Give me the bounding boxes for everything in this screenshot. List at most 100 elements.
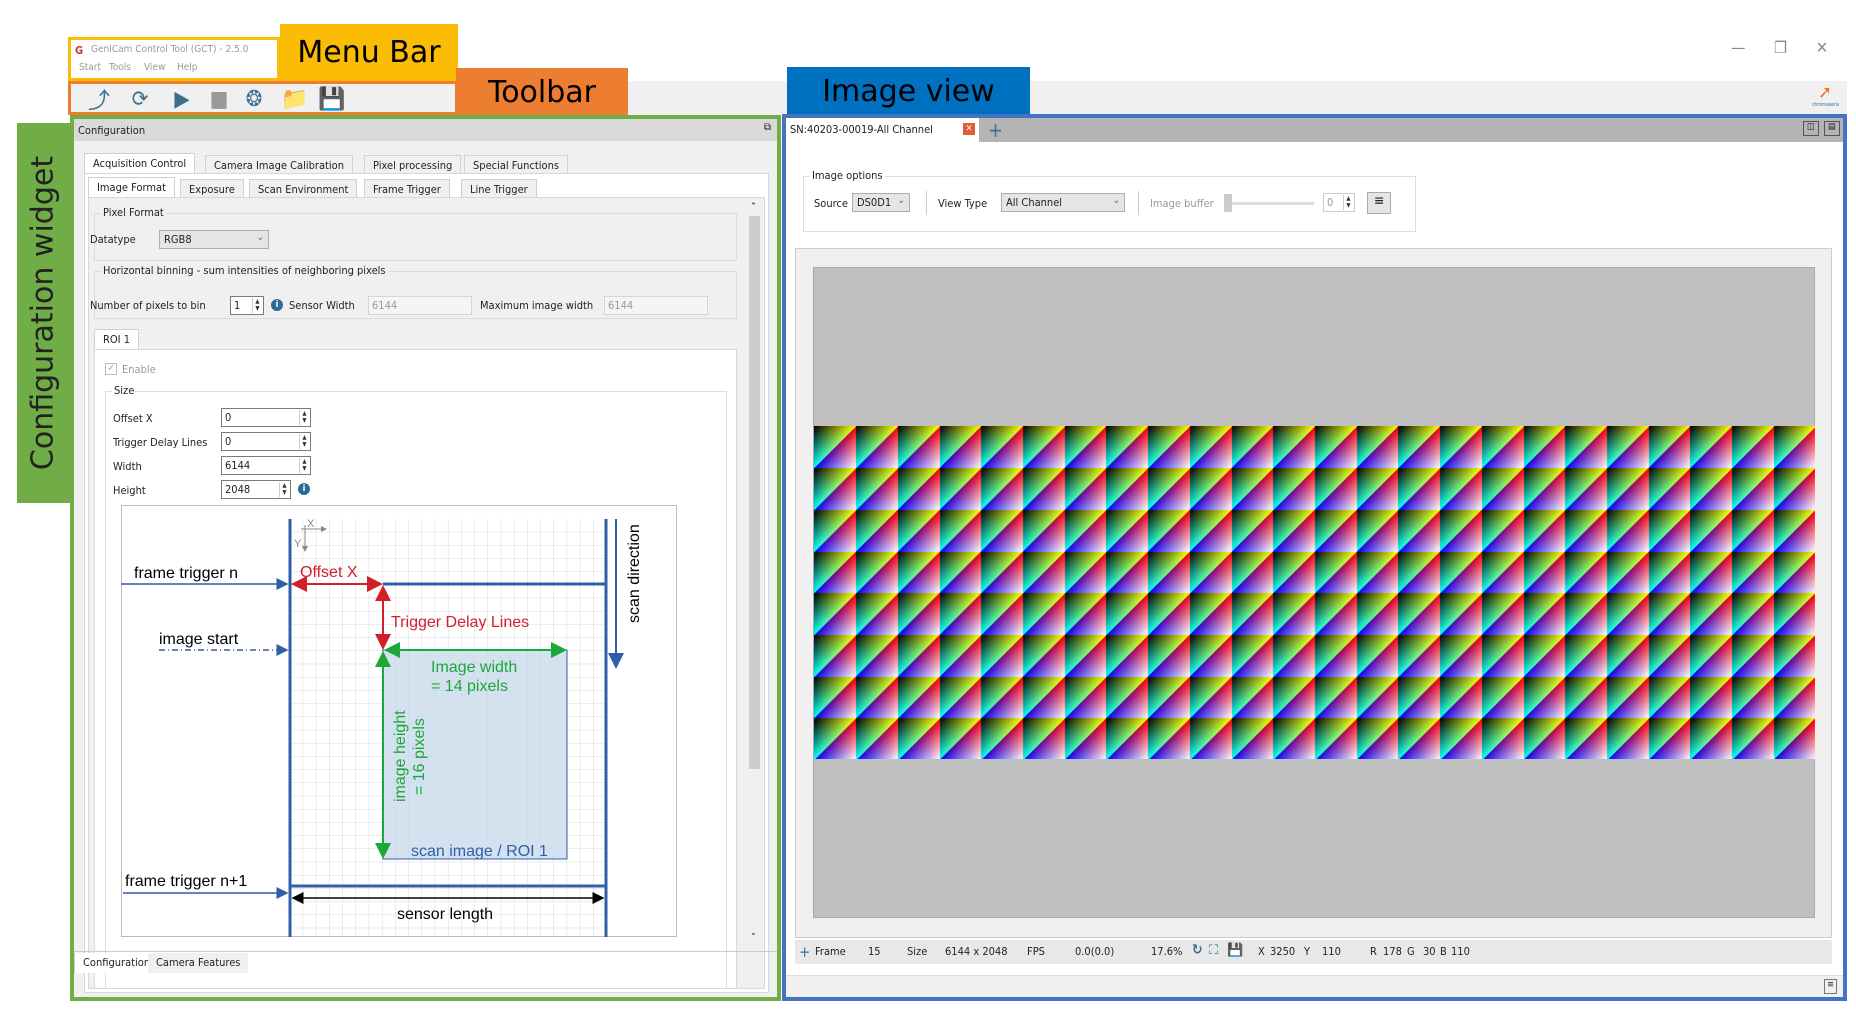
save-icon[interactable]: 💾 <box>317 86 347 112</box>
spin-arrows-icon[interactable]: ▲ ▼ <box>299 434 309 449</box>
image-options-title: Image options <box>810 169 885 182</box>
tab-pixel-processing[interactable]: Pixel processing <box>364 155 462 175</box>
fit-to-window-icon[interactable]: ⛶ <box>1209 943 1218 958</box>
size-value: 6144 x 2048 <box>945 945 1008 958</box>
datatype-value: RGB8 <box>164 233 192 246</box>
view-type-label: View Type <box>938 197 988 210</box>
image-canvas-area[interactable] <box>795 248 1832 938</box>
start-video-icon[interactable]: ▶ <box>167 86 197 112</box>
tab-camera-image-calibration[interactable]: Camera Image Calibration <box>205 155 353 175</box>
spin-arrows-icon[interactable]: ▲ ▼ <box>1343 195 1353 210</box>
trigger-delay-value: 0 <box>225 435 232 448</box>
connect-plug-icon[interactable]: ⤴ <box>84 86 114 114</box>
image-display[interactable] <box>813 267 1815 918</box>
chevron-down-icon: ⌄ <box>1112 195 1120 206</box>
info-icon[interactable]: i <box>271 299 283 311</box>
g-value: 30 <box>1423 945 1436 958</box>
tab-roi-1[interactable]: ROI 1 <box>94 329 140 350</box>
width-value: 6144 <box>225 459 251 472</box>
b-label: B <box>1440 945 1447 958</box>
spin-arrows-icon[interactable]: ▲ ▼ <box>299 410 309 425</box>
spin-arrows-icon[interactable]: ▲ ▼ <box>252 298 262 313</box>
x-label: X <box>1258 945 1265 958</box>
split-horizontal-icon[interactable]: ▤ <box>1824 121 1840 136</box>
b-value: 110 <box>1451 945 1470 958</box>
config-widget-annotation: Configuration widget <box>17 123 70 503</box>
trigger-delay-input[interactable]: 0 ▲ ▼ <box>221 432 311 451</box>
reset-zoom-icon[interactable]: ↻ <box>1192 942 1203 958</box>
menu-start[interactable]: Start <box>79 62 101 73</box>
zoom-value: 17.6% <box>1151 945 1183 958</box>
open-folder-icon[interactable]: 📁 <box>280 86 310 112</box>
config-widget-label: Configuration widget <box>25 155 61 471</box>
tab-line-trigger[interactable]: Line Trigger <box>461 179 537 199</box>
spin-arrows-icon[interactable]: ▲ ▼ <box>279 482 289 497</box>
menu-bar-annotation: Menu Bar <box>280 24 458 81</box>
view-type-select[interactable]: All Channel ⌄ <box>1001 193 1125 212</box>
bin-value: 1 <box>234 299 241 312</box>
refresh-icon[interactable]: ⟳ <box>125 86 155 112</box>
width-input[interactable]: 6144 ▲ ▼ <box>221 456 311 475</box>
enable-checkbox[interactable]: ✓ <box>105 363 117 375</box>
tab-frame-trigger[interactable]: Frame Trigger <box>364 179 450 199</box>
save-image-icon[interactable]: 💾 <box>1227 943 1243 958</box>
snapshot-aperture-icon[interactable]: ❂ <box>239 86 269 112</box>
binning-title: Horizontal binning - sum intensities of … <box>101 264 388 277</box>
close-icon[interactable]: ✕ <box>1816 38 1828 57</box>
menu-view[interactable]: View <box>144 62 165 73</box>
close-tab-icon[interactable]: ✕ <box>963 123 975 135</box>
bottom-tab-configuration[interactable]: Configuration <box>74 953 160 973</box>
chevron-down-icon: ⌄ <box>897 195 905 206</box>
bin-spinbox[interactable]: 1 ▲ ▼ <box>230 296 264 315</box>
image-tab[interactable]: SN:40203-00019-All Channel ✕ <box>786 118 979 142</box>
source-label: Source <box>814 197 848 210</box>
roi-diagram: X Y frame trigger n image start frame tr… <box>121 505 677 937</box>
config-scrollbar[interactable]: ⌃ ⌄ <box>747 202 762 938</box>
scroll-down-icon[interactable]: ⌄ <box>750 928 757 938</box>
frame-value: 15 <box>868 945 881 958</box>
scrollbar-thumb[interactable] <box>749 216 760 769</box>
split-vertical-icon[interactable]: ◫ <box>1803 121 1819 136</box>
image-options-group: Image options Source DS0D1 ⌄ View Type Al… <box>803 169 1416 232</box>
fps-value: 0.0(0.0) <box>1075 945 1115 958</box>
image-buffer-slider-handle[interactable] <box>1224 194 1232 212</box>
stop-video-icon[interactable]: ■ <box>204 86 234 112</box>
tab-acquisition-control[interactable]: Acquisition Control <box>84 153 196 173</box>
size-label: Size <box>907 945 928 958</box>
tab-image-format[interactable]: Image Format <box>88 177 175 197</box>
tab-exposure[interactable]: Exposure <box>180 179 244 199</box>
scroll-up-icon[interactable]: ⌃ <box>750 202 757 212</box>
restore-icon[interactable]: ❐ <box>1774 38 1787 57</box>
g-label: G <box>1407 945 1415 958</box>
trigger-delay-label: Trigger Delay Lines <box>113 436 208 449</box>
log-panel-icon[interactable]: ≡ <box>1824 979 1837 994</box>
info-icon[interactable]: i <box>298 483 310 495</box>
menu-help[interactable]: Help <box>177 62 198 73</box>
size-title: Size <box>112 384 137 397</box>
image-width-value: = 14 pixels <box>431 678 508 695</box>
image-buffer-spinbox[interactable]: 0 ▲ ▼ <box>1323 193 1355 212</box>
height-input[interactable]: 2048 ▲ ▼ <box>221 480 291 499</box>
image-height-value: = 16 pixels <box>411 718 428 795</box>
pixel-format-title: Pixel Format <box>101 206 166 219</box>
image-buffer-value: 0 <box>1327 196 1334 209</box>
view-type-value: All Channel <box>1006 196 1063 209</box>
sensor-length-label: sensor length <box>397 906 493 923</box>
offset-x-input[interactable]: 0 ▲ ▼ <box>221 408 311 427</box>
image-buffer-slider[interactable] <box>1224 202 1314 205</box>
source-select[interactable]: DS0D1 ⌄ <box>852 193 910 212</box>
undock-icon[interactable]: ⧉ <box>764 122 771 133</box>
tab-special-functions[interactable]: Special Functions <box>464 155 568 175</box>
add-tab-icon[interactable]: + <box>988 118 1003 142</box>
offset-x-value: 0 <box>225 411 232 424</box>
tab-scan-environment[interactable]: Scan Environment <box>249 179 358 199</box>
offset-x-diagram-label: Offset X <box>300 564 358 581</box>
minimize-icon[interactable]: — <box>1731 38 1745 57</box>
r-label: R <box>1370 945 1377 958</box>
buffer-settings-icon[interactable]: ≡ <box>1367 192 1391 214</box>
spin-arrows-icon[interactable]: ▲ ▼ <box>299 458 309 473</box>
datatype-select[interactable]: RGB8 ⌄ <box>159 230 269 249</box>
bottom-tab-camera-features[interactable]: Camera Features <box>148 953 249 973</box>
crosshair-icon[interactable]: + <box>799 943 810 961</box>
menu-tools[interactable]: Tools <box>109 62 131 73</box>
